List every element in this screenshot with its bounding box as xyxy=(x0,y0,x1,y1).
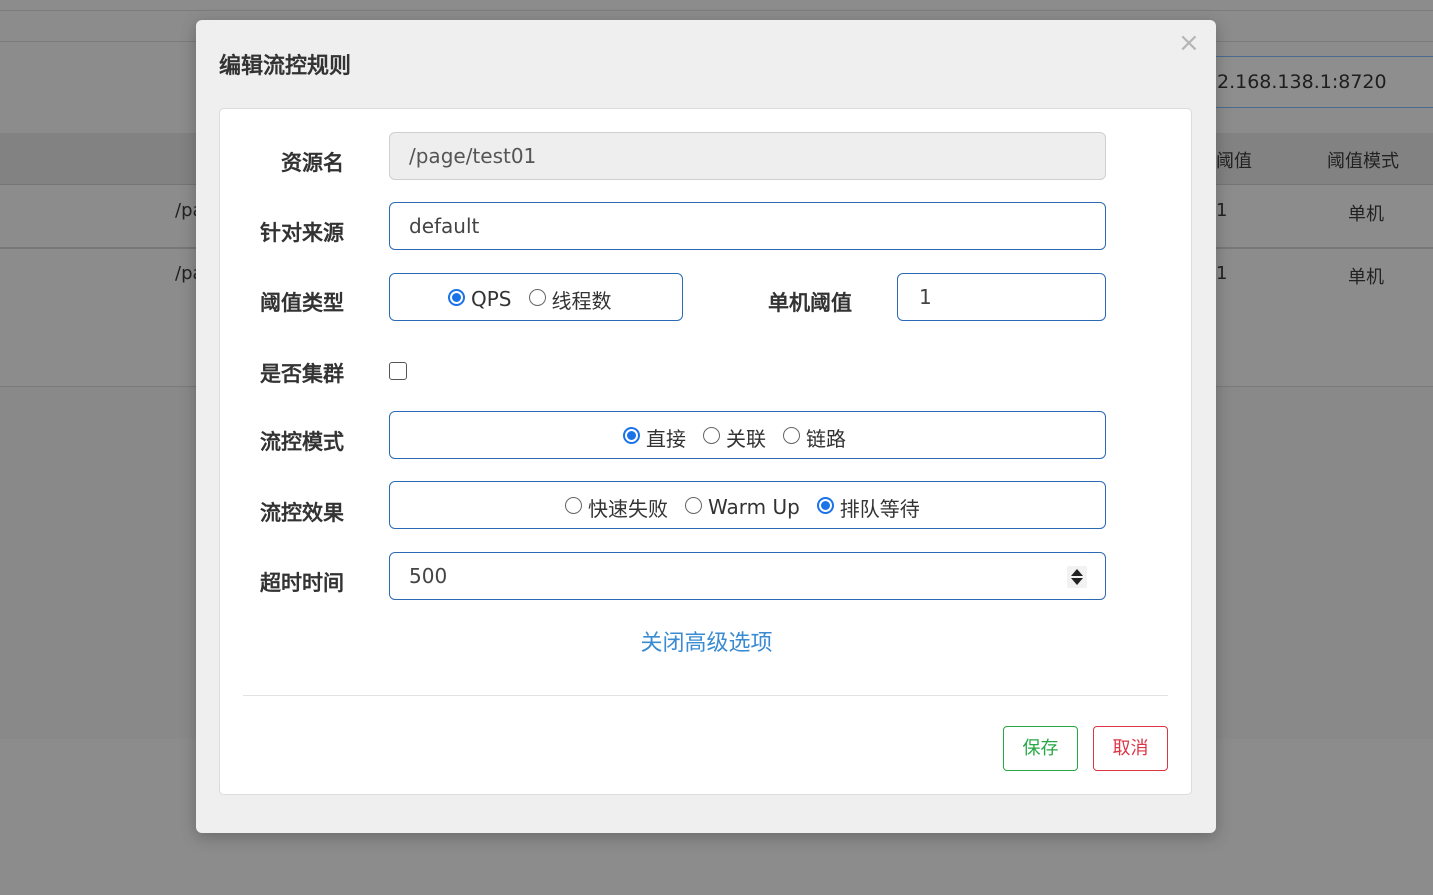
save-button[interactable]: 保存 xyxy=(1003,726,1078,771)
radio-queue-wait-label: 排队等待 xyxy=(839,496,920,521)
radio-direct-dot xyxy=(623,426,640,444)
threshold-type-label: 阈值类型 xyxy=(260,291,344,315)
origin-label: 针对来源 xyxy=(260,221,344,245)
control-mode-group: 直接 关联 链路 xyxy=(389,411,1106,459)
radio-qps-dot xyxy=(448,288,465,306)
header-threshold: 阈值 xyxy=(1216,151,1252,172)
radio-related-label: 关联 xyxy=(726,426,766,451)
stepper-up-icon[interactable] xyxy=(1071,569,1083,576)
radio-direct[interactable]: 直接 xyxy=(623,421,686,451)
bg-divider xyxy=(0,10,1433,11)
timeout-value: 500 xyxy=(409,564,448,588)
radio-chain[interactable]: 链路 xyxy=(783,421,846,451)
edit-flow-rule-dialog: 编辑流控规则 × 资源名 /page/test01 针对来源 default 阈… xyxy=(196,20,1216,833)
resource-label: 资源名 xyxy=(281,151,344,175)
radio-thread-count-dot xyxy=(528,288,546,306)
control-mode-label: 流控模式 xyxy=(260,430,344,454)
radio-thread-count-label: 线程数 xyxy=(551,288,612,313)
single-threshold-label: 单机阈值 xyxy=(768,291,852,315)
radio-fast-fail[interactable]: 快速失败 xyxy=(565,491,668,521)
radio-warm-up-dot xyxy=(685,496,702,514)
single-threshold-value: 1 xyxy=(919,285,932,309)
row-mode: 单机 xyxy=(1348,204,1384,225)
radio-qps-label: QPS xyxy=(471,287,512,311)
row-mode: 单机 xyxy=(1348,267,1384,288)
header-threshold-mode: 阈值模式 xyxy=(1327,151,1399,172)
dialog-form: 资源名 /page/test01 针对来源 default 阈值类型 QPS 线… xyxy=(219,108,1192,795)
stepper-down-icon[interactable] xyxy=(1071,578,1083,585)
control-effect-label: 流控效果 xyxy=(260,501,344,525)
dialog-title: 编辑流控规则 xyxy=(219,54,352,79)
timeout-stepper[interactable] xyxy=(1067,566,1087,588)
radio-warm-up[interactable]: Warm Up xyxy=(685,493,800,519)
close-icon[interactable]: × xyxy=(1178,30,1200,56)
radio-queue-wait[interactable]: 排队等待 xyxy=(816,491,920,521)
radio-qps[interactable]: QPS xyxy=(448,285,512,311)
timeout-label: 超时时间 xyxy=(260,571,344,595)
form-divider xyxy=(243,695,1168,696)
origin-input[interactable]: default xyxy=(389,202,1106,250)
cluster-checkbox[interactable] xyxy=(389,362,407,380)
toggle-advanced-link[interactable]: 关闭高级选项 xyxy=(220,625,1193,657)
single-threshold-input[interactable]: 1 xyxy=(897,273,1106,321)
machine-select[interactable]: 2.168.138.1:8720 xyxy=(1214,56,1433,108)
cancel-button[interactable]: 取消 xyxy=(1093,726,1168,771)
radio-direct-label: 直接 xyxy=(646,426,686,451)
row-threshold: 1 xyxy=(1216,263,1228,284)
origin-value: default xyxy=(409,214,480,238)
timeout-input[interactable]: 500 xyxy=(389,552,1106,600)
radio-chain-label: 链路 xyxy=(806,426,846,451)
radio-related-dot xyxy=(703,426,720,444)
control-effect-group: 快速失败 Warm Up 排队等待 xyxy=(389,481,1106,529)
resource-value: /page/test01 xyxy=(409,144,537,168)
cluster-label: 是否集群 xyxy=(260,362,344,386)
row-threshold: 1 xyxy=(1216,200,1228,221)
machine-select-value: 2.168.138.1:8720 xyxy=(1217,71,1387,93)
threshold-type-group: QPS 线程数 xyxy=(389,273,683,321)
radio-warm-up-label: Warm Up xyxy=(708,495,800,519)
radio-fast-fail-dot xyxy=(565,496,582,514)
radio-related[interactable]: 关联 xyxy=(703,421,766,451)
radio-queue-wait-dot xyxy=(816,496,834,514)
resource-field: /page/test01 xyxy=(389,132,1106,180)
radio-fast-fail-label: 快速失败 xyxy=(588,496,668,521)
radio-thread-count[interactable]: 线程数 xyxy=(528,283,612,313)
radio-chain-dot xyxy=(783,426,800,444)
